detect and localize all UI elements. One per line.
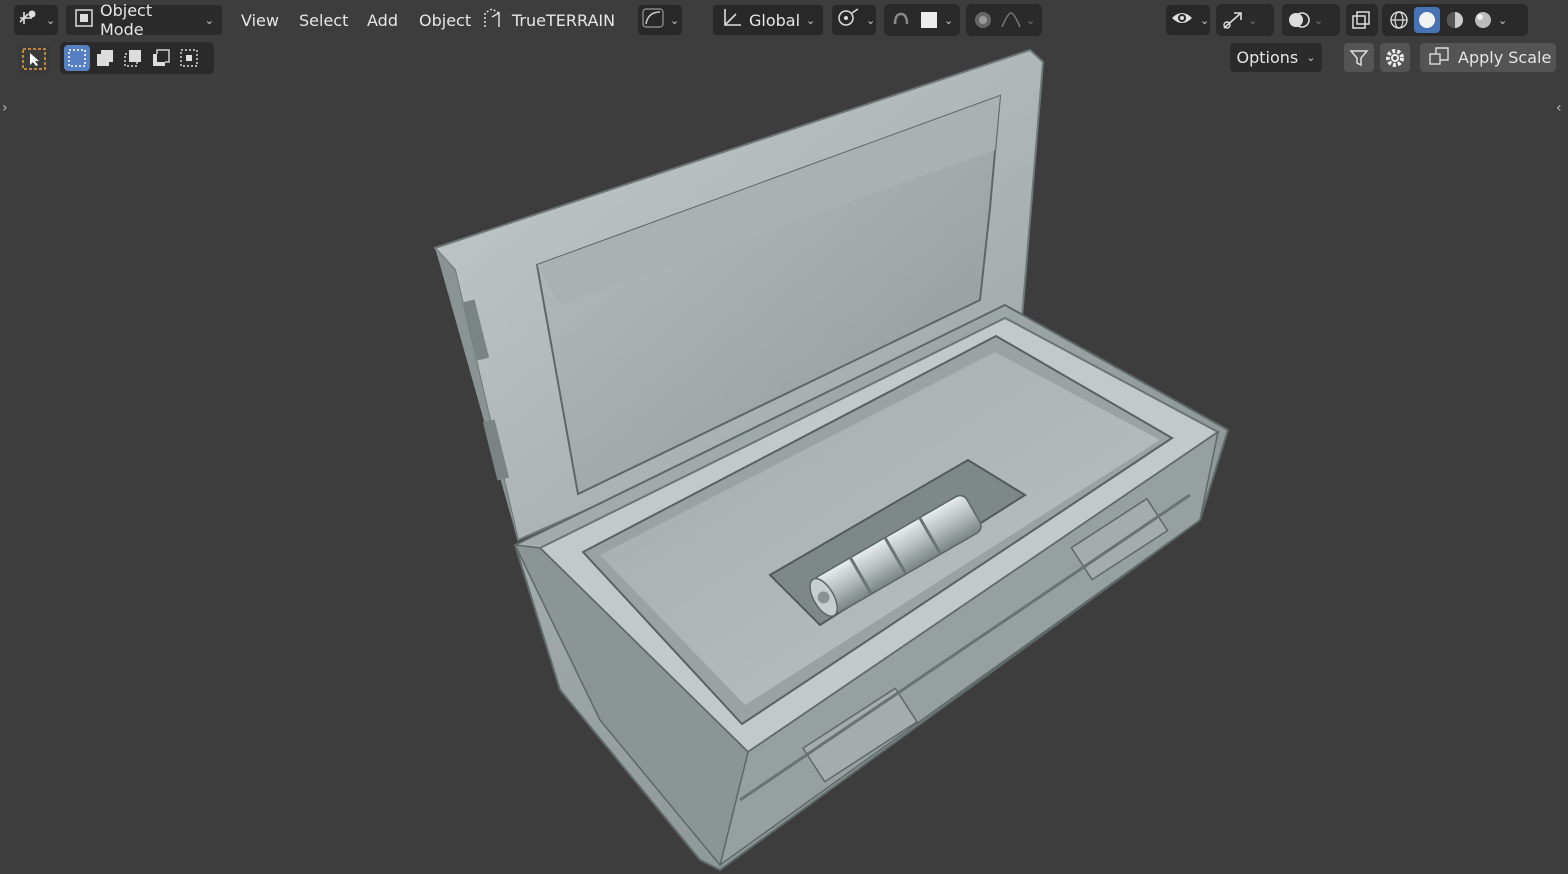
orientation-icon bbox=[721, 7, 743, 33]
addon-trueterrain[interactable]: TrueTERRAIN bbox=[482, 4, 615, 36]
options-dropdown[interactable]: Options ⌄ bbox=[1230, 43, 1322, 72]
render-shading-icon[interactable] bbox=[1470, 7, 1496, 33]
object-mode-icon bbox=[74, 8, 94, 32]
apply-scale-button[interactable]: Apply Scale bbox=[1420, 43, 1556, 72]
editor-type-icon bbox=[18, 8, 40, 32]
eye-icon bbox=[1170, 8, 1194, 32]
chevron-down-icon: ⌄ bbox=[46, 13, 56, 27]
3d-viewport[interactable]: ⌄ Object Mode ⌄ View Select Add Object T… bbox=[0, 0, 1568, 874]
proportional-edit-icon[interactable] bbox=[970, 7, 996, 33]
snap-toggle[interactable]: ⌄ bbox=[884, 4, 960, 36]
snap-icon[interactable] bbox=[888, 7, 914, 33]
visibility-dropdown[interactable]: ⌄ bbox=[1166, 4, 1210, 36]
curve-tool-dropdown[interactable]: ⌄ bbox=[638, 4, 682, 36]
material-shading-icon[interactable] bbox=[1442, 7, 1468, 33]
overlay-icon[interactable] bbox=[1286, 7, 1312, 33]
gizmo-toggle[interactable]: ⌄ bbox=[1216, 4, 1274, 36]
overlay-toggle[interactable]: ⌄ bbox=[1282, 4, 1340, 36]
chevron-down-icon: ⌄ bbox=[204, 13, 214, 27]
mode-label: Object Mode bbox=[100, 1, 153, 39]
select-intersect-icon[interactable] bbox=[176, 45, 202, 71]
sidebar-expand-icon[interactable]: ‹ bbox=[1556, 100, 1562, 116]
pivot-point-dropdown[interactable]: ⌄ bbox=[832, 4, 876, 36]
falloff-icon[interactable] bbox=[998, 7, 1024, 33]
filter-icon bbox=[1349, 49, 1369, 66]
chevron-down-icon: ⌄ bbox=[1306, 51, 1316, 64]
gear-icon bbox=[1386, 48, 1404, 67]
xray-toggle[interactable] bbox=[1346, 4, 1378, 36]
menu-select[interactable]: Select bbox=[299, 4, 348, 36]
selection-mode-group bbox=[60, 42, 214, 74]
toolbar-expand-icon[interactable]: › bbox=[2, 100, 8, 116]
menu-object[interactable]: Object bbox=[419, 4, 471, 36]
apply-scale-icon bbox=[1428, 46, 1450, 70]
select-extend-icon[interactable] bbox=[92, 45, 118, 71]
mode-selector[interactable]: Object Mode ⌄ bbox=[66, 1, 222, 39]
viewport-header: ⌄ Object Mode ⌄ View Select Add Object T… bbox=[0, 0, 1568, 40]
select-cursor-icon bbox=[22, 48, 46, 70]
menu-add[interactable]: Add bbox=[367, 4, 398, 36]
select-invert-icon[interactable] bbox=[148, 45, 174, 71]
shading-modes[interactable]: ⌄ bbox=[1382, 4, 1528, 36]
proportional-edit[interactable]: ⌄ bbox=[966, 4, 1042, 36]
wireframe-shading-icon[interactable] bbox=[1386, 7, 1412, 33]
select-subtract-icon[interactable] bbox=[120, 45, 146, 71]
solid-shading-icon[interactable] bbox=[1414, 7, 1440, 33]
filter-button[interactable] bbox=[1344, 43, 1374, 72]
xray-icon[interactable] bbox=[1348, 7, 1374, 33]
gizmo-icon[interactable] bbox=[1220, 7, 1246, 33]
select-tool-button[interactable] bbox=[18, 44, 50, 74]
transform-orientation[interactable]: Global ⌄ bbox=[713, 4, 823, 36]
snap-target-icon[interactable] bbox=[916, 7, 942, 33]
curve-icon bbox=[642, 8, 664, 32]
editor-type-selector[interactable]: ⌄ bbox=[14, 4, 58, 36]
crate-model[interactable] bbox=[0, 0, 1568, 874]
select-box-icon[interactable] bbox=[64, 45, 90, 71]
settings-button[interactable] bbox=[1380, 43, 1410, 72]
menu-view[interactable]: View bbox=[241, 4, 279, 36]
terrain-icon bbox=[482, 7, 502, 33]
pivot-icon bbox=[836, 7, 860, 33]
